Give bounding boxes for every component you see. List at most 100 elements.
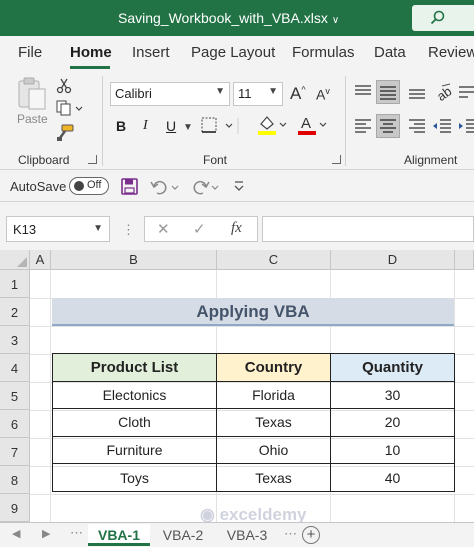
name-box[interactable]: K13 ▼ [6,216,110,242]
row-header-9[interactable]: 9 [0,494,30,522]
column-header-b[interactable]: B [51,250,217,270]
header-cell-country[interactable]: Country [216,353,331,382]
middle-align-button[interactable] [376,80,400,104]
add-sheet-button[interactable]: + [302,526,320,544]
header-cell-product-list[interactable]: Product List [52,353,217,382]
ribbon: Paste Clipboard Calibri ▼ 11 ▼ A^ Av B I… [0,70,474,170]
more-icon[interactable]: ⋮ [122,222,135,238]
top-align-icon[interactable] [354,84,372,100]
font-color-icon[interactable]: A [296,114,330,136]
table-cell[interactable]: Cloth [52,408,217,437]
table-cell[interactable]: Electonics [52,380,217,410]
table-row: Furniture Ohio 10 [52,435,455,465]
chevron-down-icon: ▼ [268,86,278,97]
align-left-icon[interactable] [354,118,372,134]
table-header-row: Product List Country Quantity [52,353,455,382]
underline-button[interactable]: U [166,118,176,134]
row-header-5[interactable]: 5 [0,382,30,410]
column-header-e[interactable] [455,250,474,270]
chevron-down-icon: ∨ [331,15,340,26]
column-header-c[interactable]: C [217,250,331,270]
paste-icon[interactable] [16,76,48,112]
table-cell[interactable]: Florida [216,380,331,410]
insert-function-button[interactable]: fx [231,220,242,237]
autosave-toggle[interactable]: Off [69,177,109,195]
tab-home[interactable]: Home [70,44,112,61]
increase-indent-icon[interactable] [458,118,474,134]
row-header-2[interactable]: 2 [0,298,30,326]
autosave-state: Off [87,179,102,191]
tab-review[interactable]: Review [428,44,474,61]
sheet-title-cell[interactable]: Applying VBA [52,298,454,326]
italic-button[interactable]: I [143,118,148,134]
row-header-4[interactable]: 4 [0,354,30,382]
window-title[interactable]: Saving_Workbook_with_VBA.xlsx ∨ [118,10,339,26]
align-center-button[interactable] [376,114,400,138]
tab-data[interactable]: Data [374,44,406,61]
workbook-name: Saving_Workbook_with_VBA.xlsx [118,10,328,26]
chevron-down-icon[interactable]: ▼ [183,122,193,133]
sheet-tab-vba-2[interactable]: VBA-2 [152,524,214,546]
column-header-a[interactable]: A [30,250,51,270]
font-name-select[interactable]: Calibri ▼ [110,82,230,106]
save-icon[interactable] [121,178,138,195]
font-size-select[interactable]: 11 ▼ [233,82,283,106]
align-center-icon [380,119,396,133]
increase-font-size-icon[interactable]: A^ [290,84,306,104]
enter-icon[interactable]: ✓ [193,220,206,238]
wrap-text-icon[interactable] [458,84,474,102]
redo-icon[interactable] [190,178,220,196]
row-header-8[interactable]: 8 [0,466,30,494]
align-right-icon[interactable] [408,118,426,134]
middle-align-icon [380,86,396,100]
tab-file[interactable]: File [18,44,42,61]
borders-icon[interactable] [200,116,242,136]
decrease-font-size-icon[interactable]: Av [316,86,330,103]
table-cell[interactable]: Texas [216,408,331,437]
bottom-align-icon[interactable] [408,84,426,100]
header-cell-quantity[interactable]: Quantity [330,353,455,382]
row-header-1[interactable]: 1 [0,270,30,298]
tab-insert[interactable]: Insert [132,44,170,61]
table-cell[interactable]: 40 [330,463,455,492]
table-cell[interactable]: Furniture [52,435,217,465]
bold-button[interactable]: B [116,118,126,134]
scroll-tabs-left-icon[interactable]: ◀ [12,527,20,540]
row-header-6[interactable]: 6 [0,410,30,438]
font-launcher-icon[interactable] [332,155,341,164]
search-button[interactable] [412,5,474,31]
tab-page-layout[interactable]: Page Layout [191,44,275,61]
group-divider [102,76,103,166]
column-header-d[interactable]: D [331,250,455,270]
cut-icon[interactable] [56,78,72,94]
quick-access-toolbar: AutoSave Off [0,170,474,202]
customize-toolbar-icon[interactable] [233,180,245,194]
format-painter-icon[interactable] [56,124,74,142]
table-cell[interactable]: 20 [330,408,455,437]
more-sheets-icon[interactable]: ⋯ [70,525,83,541]
font-group-label: Font [203,153,228,167]
clipboard-launcher-icon[interactable] [88,155,97,164]
sheet-tab-vba-1[interactable]: VBA-1 [88,524,150,546]
copy-icon[interactable] [56,100,84,116]
formula-bar: K13 ▼ ⋮ ✕ ✓ fx [0,202,474,250]
scroll-tabs-right-icon[interactable]: ▶ [42,527,50,540]
table-cell[interactable]: 30 [330,380,455,410]
table-cell[interactable]: Toys [52,463,217,492]
row-header-7[interactable]: 7 [0,438,30,466]
cancel-icon[interactable]: ✕ [157,220,170,238]
table-cell[interactable]: Ohio [216,435,331,465]
formula-input[interactable] [262,216,474,242]
decrease-indent-icon[interactable] [432,118,452,134]
table-cell[interactable]: Texas [216,463,331,492]
sheet-tab-vba-3[interactable]: VBA-3 [216,524,278,546]
select-all-button[interactable] [0,250,30,270]
fill-color-icon[interactable] [256,114,290,136]
row-header-3[interactable]: 3 [0,326,30,354]
tab-formulas[interactable]: Formulas [292,44,355,61]
more-sheets-icon[interactable]: ⋯ [284,526,297,542]
orientation-icon[interactable]: ab [434,82,454,102]
chevron-down-icon: ▼ [93,223,103,234]
table-cell[interactable]: 10 [330,435,455,465]
undo-icon[interactable] [150,178,180,196]
